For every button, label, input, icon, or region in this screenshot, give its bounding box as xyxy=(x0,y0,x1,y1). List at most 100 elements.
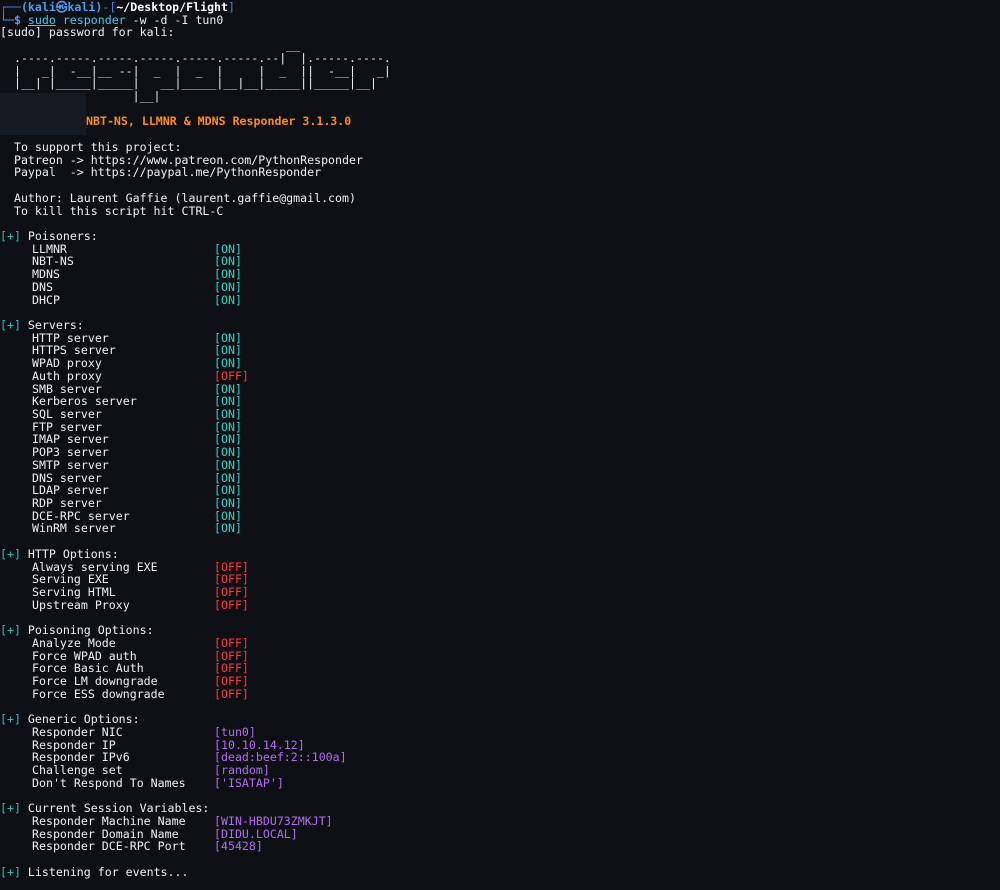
plus-marker: [+] xyxy=(0,546,21,561)
http-options-header: [+] HTTP Options: xyxy=(0,548,1000,561)
option-label: WinRM server xyxy=(32,521,116,536)
option-row: POP3 server [ON] xyxy=(0,446,1000,459)
banner-line: __ xyxy=(0,38,301,53)
session-variables-list: Responder Machine Name [WIN-HBDU73ZMKJT] R… xyxy=(0,815,1000,853)
option-row: SMTP server [ON] xyxy=(0,459,1000,472)
option-row: SQL server [ON] xyxy=(0,408,1000,421)
option-status: [OFF] xyxy=(214,368,249,383)
option-row: Challenge set [random] xyxy=(0,764,1000,777)
option-label: Auth proxy xyxy=(32,368,102,383)
option-row: LLMNR [ON] xyxy=(0,242,1000,256)
servers-list: HTTP server [ON] HTTPS server [ON] WPAD prox… xyxy=(0,331,1000,536)
option-row: Serving EXE [OFF] xyxy=(0,573,1000,586)
option-label: Responder NIC xyxy=(32,724,123,739)
section-title: HTTP Options: xyxy=(20,546,119,561)
option-status: [45428] xyxy=(214,839,263,854)
option-row: DCE-RPC server [ON] xyxy=(0,510,1000,523)
option-row: DNS [ON] xyxy=(0,281,1000,294)
support-line: To support this project: xyxy=(0,139,182,154)
option-label: Responder DCE-RPC Port xyxy=(32,839,186,854)
option-row: WinRM server [ON] xyxy=(0,522,1000,535)
banner-line: .----.-----.-----.-----.-----.-----.--| … xyxy=(0,50,391,65)
option-status: [ON] xyxy=(214,496,242,511)
option-status: [OFF] xyxy=(214,597,249,612)
option-row: NBT-NS [ON] xyxy=(0,255,1000,268)
generic-options-list: Responder NIC [tun0] Responder IP [10.10.14… xyxy=(0,726,1000,790)
option-label: Challenge set xyxy=(32,763,123,778)
plus-marker: [+] xyxy=(0,228,21,243)
option-row: Don't Respond To Names ['ISATAP'] xyxy=(0,777,1000,790)
option-status: [random] xyxy=(214,763,270,778)
prompt-path: ~/Desktop/Flight xyxy=(116,0,229,14)
option-row: Force LM downgrade [OFF] xyxy=(0,675,1000,688)
option-status: [ON] xyxy=(214,521,242,536)
option-row: HTTPS server [ON] xyxy=(0,344,1000,357)
plus-marker: [+] xyxy=(0,712,21,727)
banner-line: |__| xyxy=(0,89,161,104)
option-label: Upstream Proxy xyxy=(32,597,130,612)
option-label: Don't Respond To Names xyxy=(32,775,186,790)
section-title: Servers: xyxy=(20,317,84,332)
option-row: HTTP server [ON] xyxy=(0,331,1000,345)
option-status: [ON] xyxy=(214,356,242,371)
option-status: [OFF] xyxy=(214,635,249,650)
author-line: Author: Laurent Gaffie (laurent.gaffie@g… xyxy=(0,190,356,205)
option-row: Upstream Proxy [OFF] xyxy=(0,599,1000,612)
generic-options-header: [+] Generic Options: xyxy=(0,713,1000,726)
option-row: Responder NIC [tun0] xyxy=(0,726,1000,739)
option-label: Force ESS downgrade xyxy=(32,686,165,701)
option-label: MDNS xyxy=(32,267,60,282)
prompt-bracket: ] xyxy=(228,0,235,14)
option-row: Kerberos server [ON] xyxy=(0,395,1000,408)
option-label: SQL server xyxy=(32,407,102,421)
option-status: [ON] xyxy=(214,279,242,294)
option-label: DNS xyxy=(32,279,53,294)
option-status: [OFF] xyxy=(214,686,249,701)
listening-text: Listening for events... xyxy=(20,864,189,879)
option-label: Responder Machine Name xyxy=(32,814,186,828)
option-row: DHCP [ON] xyxy=(0,292,1000,307)
option-status: [WIN-HBDU73ZMKJT] xyxy=(214,814,333,828)
prompt-dash: -[ xyxy=(102,0,117,14)
option-label: POP3 server xyxy=(32,445,109,460)
option-row: DNS server [ON] xyxy=(0,471,1000,485)
plus-marker: [+] xyxy=(0,623,21,638)
terminal-window[interactable]: ┌── (kali㉿kali) -[~/Desktop/Flight] └─$ su… xyxy=(0,0,1000,890)
http-options-list: Always serving EXE [OFF] Serving EXE [OFF] S… xyxy=(0,560,1000,612)
option-row: Auth proxy [OFF] xyxy=(0,370,1000,383)
option-row: Responder Machine Name [WIN-HBDU73ZMKJT] xyxy=(0,815,1000,828)
option-label: SMTP server xyxy=(32,457,109,472)
option-status: [ON] xyxy=(214,457,242,472)
option-row: IMAP server [ON] xyxy=(0,433,1000,446)
listening-line: [+] Listening for events... xyxy=(0,866,1000,879)
servers-header: [+] Servers: xyxy=(0,319,1000,332)
option-label: DHCP xyxy=(32,292,60,307)
prompt-corner: ┌── xyxy=(0,0,21,14)
option-label: Force LM downgrade xyxy=(32,674,158,689)
option-row: RDP server [ON] xyxy=(0,497,1000,510)
option-row: FTP server [ON] xyxy=(0,420,1000,434)
responder-title: NBT-NS, LLMNR & MDNS Responder 3.1.3.0 xyxy=(86,114,352,129)
option-status: [ON] xyxy=(214,292,242,307)
poisoning-options-list: Analyze Mode [OFF] Force WPAD auth [OFF] For… xyxy=(0,637,1000,701)
option-row: Force WPAD auth [OFF] xyxy=(0,649,1000,663)
kill-hint-line: To kill this script hit CTRL-C xyxy=(0,203,224,218)
option-status: ['ISATAP'] xyxy=(214,775,284,790)
plus-marker: [+] xyxy=(0,317,21,332)
terminal-output: ┌── (kali㉿kali) -[~/Desktop/Flight] └─$ su… xyxy=(0,1,1000,879)
poisoning-options-header: [+] Poisoning Options: xyxy=(0,624,1000,637)
option-status: [ON] xyxy=(214,445,242,460)
poisoners-header: [+] Poisoners: xyxy=(0,230,1000,243)
option-row: Always serving EXE [OFF] xyxy=(0,560,1000,574)
option-row: Responder DCE-RPC Port [45428] xyxy=(0,840,1000,853)
prompt-line: ┌── (kali㉿kali) -[~/Desktop/Flight] xyxy=(0,1,1000,14)
option-row: Responder IP [10.10.14.12] xyxy=(0,738,1000,752)
option-status: [ON] xyxy=(214,267,242,282)
plus-marker: [+] xyxy=(0,801,21,816)
plus-marker: [+] xyxy=(0,864,21,879)
poisoners-list: LLMNR [ON] NBT-NS [ON] MDNS [ON] DNS [ON] DHCP [O… xyxy=(0,242,1000,307)
option-label: Analyze Mode xyxy=(32,635,116,650)
option-row: Analyze Mode [OFF] xyxy=(0,637,1000,650)
option-row: SMB server [ON] xyxy=(0,382,1000,396)
section-title: Poisoners: xyxy=(20,228,98,243)
